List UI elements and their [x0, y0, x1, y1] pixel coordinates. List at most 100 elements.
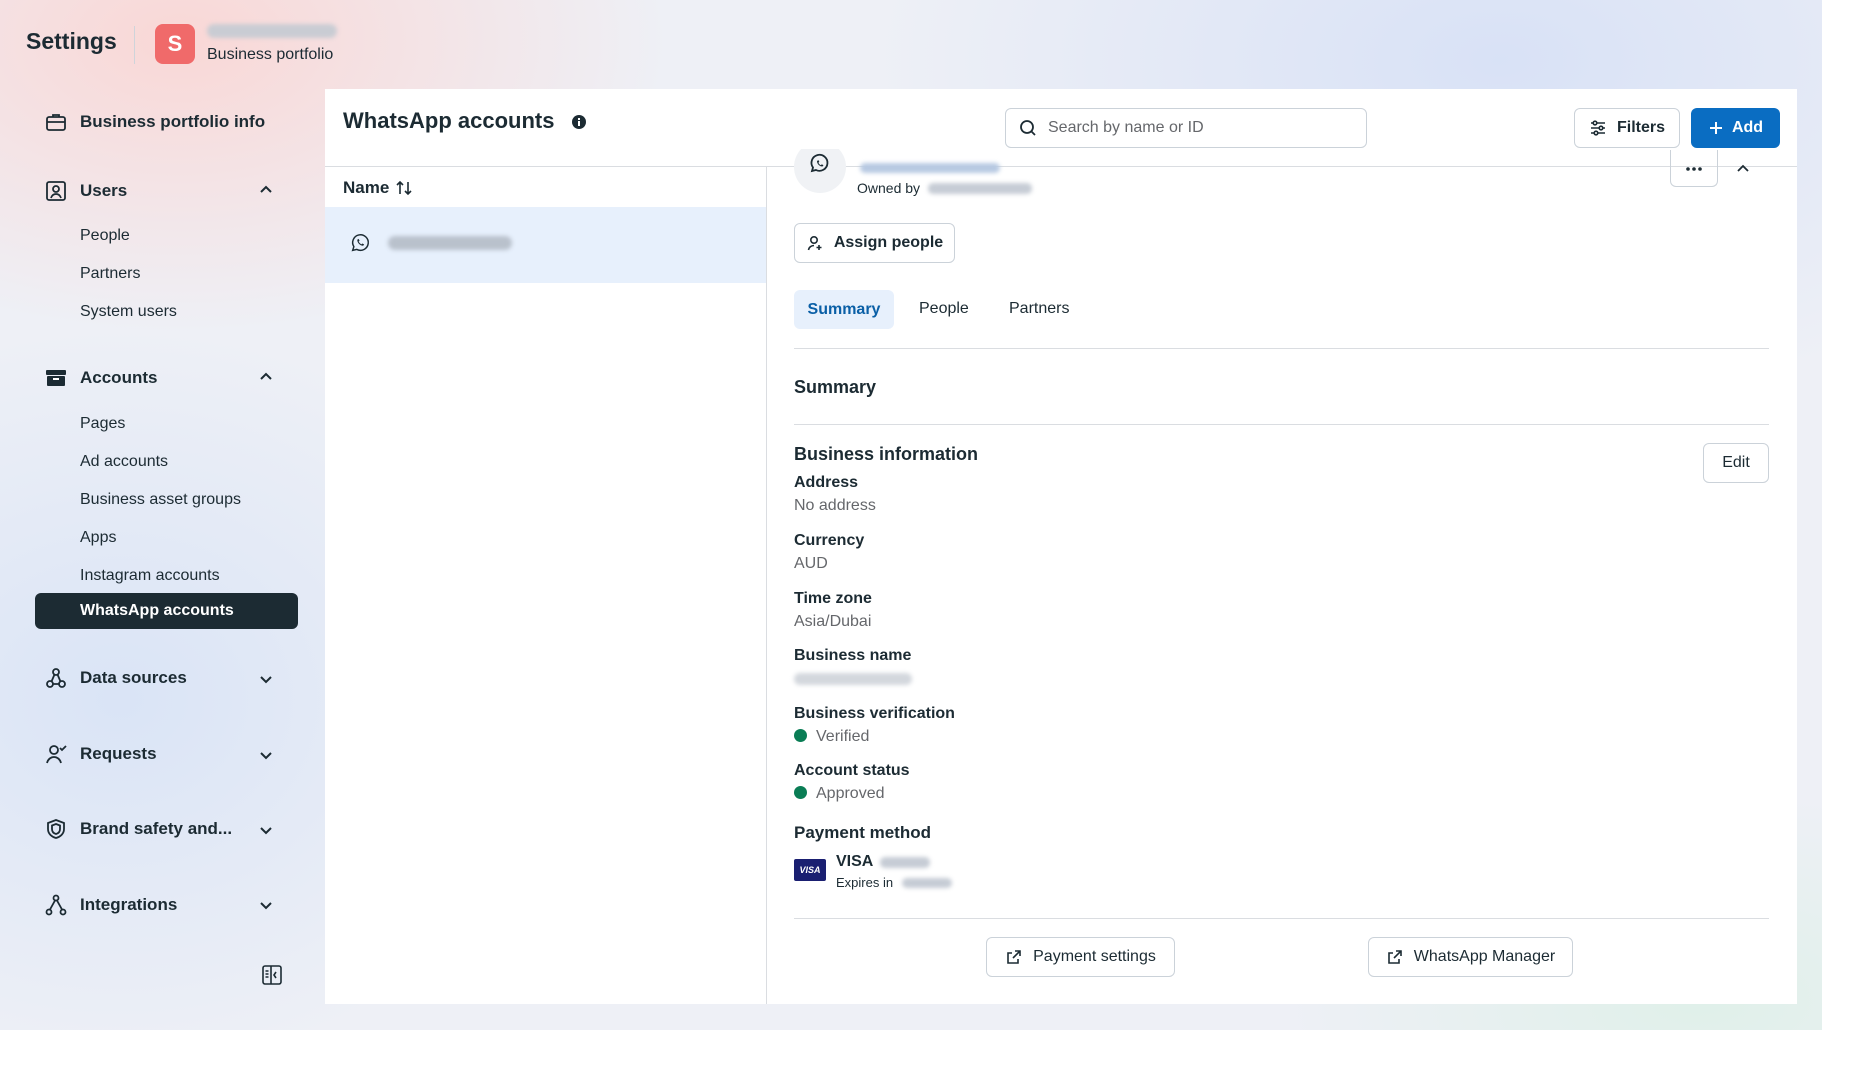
- footer-divider: [794, 918, 1769, 919]
- payment-settings-label: Payment settings: [1033, 948, 1156, 965]
- portfolio-avatar[interactable]: S: [155, 24, 195, 64]
- sidebar-active-label: WhatsApp accounts: [80, 602, 234, 619]
- assign-people-label: Assign people: [833, 234, 944, 251]
- account-link-redacted[interactable]: [860, 163, 1000, 173]
- visa-card-icon: VISA: [794, 859, 826, 881]
- tab-partners[interactable]: Partners: [1009, 300, 1069, 318]
- sidebar-item-data-sources[interactable]: Data sources: [44, 666, 187, 690]
- collapse-sidebar-icon[interactable]: [261, 964, 283, 986]
- account-name-redacted: [388, 236, 512, 250]
- filters-button[interactable]: Filters: [1574, 108, 1680, 148]
- page-title: Settings: [26, 28, 117, 54]
- verification-value: Verified: [816, 728, 870, 745]
- sidebar-item-system-users[interactable]: System users: [80, 303, 177, 321]
- sort-icon: [396, 180, 412, 196]
- currency-value: AUD: [794, 555, 828, 572]
- sidebar-label: Business portfolio info: [80, 112, 266, 131]
- archive-icon: [46, 370, 66, 386]
- collapse-chevron-icon[interactable]: [1734, 160, 1752, 178]
- sidebar-item-integrations[interactable]: Integrations: [44, 893, 177, 917]
- account-status: Approved: [794, 785, 885, 803]
- sidebar-item-business-asset-groups[interactable]: Business asset groups: [80, 491, 241, 509]
- owned-by-label: Owned by: [857, 180, 921, 196]
- portfolio-label: Business portfolio: [207, 46, 334, 63]
- sidebar-label: Data sources: [80, 668, 187, 687]
- status-dot: [794, 786, 807, 799]
- sidebar-label: Requests: [80, 744, 157, 763]
- tab-summary[interactable]: Summary: [794, 290, 894, 329]
- timezone-label: Time zone: [794, 590, 872, 607]
- tab-people[interactable]: People: [919, 300, 969, 318]
- summary-heading: Summary: [794, 377, 877, 397]
- sidebar-label: Accounts: [80, 368, 158, 387]
- card-brand: VISA: [836, 853, 874, 870]
- address-value: No address: [794, 497, 876, 514]
- search-input[interactable]: [1046, 118, 1350, 138]
- add-button[interactable]: Add: [1691, 108, 1780, 148]
- sidebar-item-business-info[interactable]: Business portfolio info: [44, 110, 265, 134]
- whatsapp-account-icon: [794, 149, 846, 193]
- summary-divider: [794, 424, 1769, 425]
- chevron-down-icon[interactable]: [258, 671, 274, 687]
- card-number-redacted: [880, 857, 930, 868]
- business-information-heading: Business information: [794, 444, 979, 464]
- account-status-label: Account status: [794, 762, 910, 779]
- sidebar-item-requests[interactable]: Requests: [44, 742, 157, 766]
- column-label: Name: [343, 178, 390, 197]
- panel-title: WhatsApp accounts: [343, 108, 555, 133]
- sidebar-item-accounts[interactable]: Accounts: [44, 366, 157, 390]
- sidebar-item-partners[interactable]: Partners: [80, 265, 140, 283]
- chevron-down-icon[interactable]: [258, 897, 274, 913]
- whatsapp-manager-button[interactable]: WhatsApp Manager: [1368, 937, 1573, 977]
- data-sources-icon: [46, 668, 66, 688]
- name-column-header[interactable]: Name: [343, 178, 413, 198]
- sidebar-label: Users: [80, 181, 128, 200]
- tabs-divider: [794, 348, 1769, 349]
- currency-label: Currency: [794, 532, 865, 549]
- business-name-label: Business name: [794, 647, 912, 664]
- chevron-up-icon[interactable]: [258, 369, 274, 385]
- header-divider: [325, 166, 1797, 167]
- sidebar-item-ad-accounts[interactable]: Ad accounts: [80, 453, 168, 471]
- chevron-up-icon[interactable]: [258, 182, 274, 198]
- users-icon: [46, 181, 66, 201]
- person-add-icon: [807, 235, 822, 251]
- sidebar-item-apps[interactable]: Apps: [80, 529, 116, 547]
- chevron-down-icon[interactable]: [258, 747, 274, 763]
- sidebar-item-brand-safety[interactable]: Brand safety and...: [44, 817, 232, 841]
- sidebar-item-instagram-accounts[interactable]: Instagram accounts: [80, 567, 220, 585]
- business-verification-label: Business verification: [794, 705, 955, 722]
- payment-method-label: Payment method: [794, 823, 931, 842]
- owner-name-redacted: [928, 183, 1032, 194]
- expires-label: Expires in: [836, 875, 894, 890]
- external-link-icon: [1007, 950, 1021, 964]
- external-link-icon: [1387, 950, 1402, 964]
- filters-label: Filters: [1616, 119, 1665, 136]
- portfolio-name-redacted: [207, 24, 337, 38]
- sidebar-item-people[interactable]: People: [80, 227, 130, 245]
- more-options-button[interactable]: [1670, 150, 1718, 187]
- address-label: Address: [794, 474, 859, 491]
- pane-divider: [766, 166, 767, 1004]
- search-box[interactable]: [1005, 108, 1367, 148]
- sidebar-label: Integrations: [80, 895, 178, 914]
- chevron-down-icon[interactable]: [258, 822, 274, 838]
- header-divider: [134, 26, 135, 64]
- sliders-icon: [1590, 120, 1605, 136]
- account-status-value: Approved: [816, 785, 885, 802]
- sidebar-label: Brand safety and...: [80, 819, 233, 838]
- sidebar-item-pages[interactable]: Pages: [80, 415, 125, 433]
- status-dot: [794, 729, 807, 742]
- info-icon[interactable]: [571, 114, 587, 130]
- edit-button[interactable]: Edit: [1703, 443, 1769, 483]
- integrations-icon: [45, 894, 67, 916]
- verification-status: Verified: [794, 728, 869, 746]
- sidebar-item-users[interactable]: Users: [44, 179, 127, 203]
- payment-settings-button[interactable]: Payment settings: [986, 937, 1175, 977]
- assign-people-button[interactable]: Assign people: [794, 223, 955, 263]
- whatsapp-icon: [351, 234, 369, 252]
- timezone-value: Asia/Dubai: [794, 613, 872, 630]
- whatsapp-manager-label: WhatsApp Manager: [1413, 948, 1556, 965]
- shield-icon: [47, 819, 65, 839]
- expiry-redacted: [902, 878, 952, 888]
